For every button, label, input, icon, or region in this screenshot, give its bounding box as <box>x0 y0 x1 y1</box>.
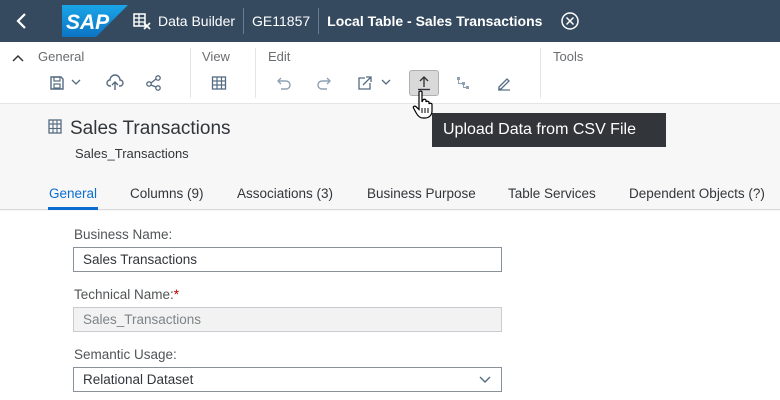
tab-associations[interactable]: Associations (3) <box>237 186 333 201</box>
tab-general[interactable]: General <box>49 186 97 201</box>
table-icon <box>48 119 62 134</box>
tab-columns[interactable]: Columns (9) <box>130 186 204 201</box>
cloud-upload-icon <box>106 74 124 90</box>
chevron-down-icon[interactable] <box>71 79 81 86</box>
data-builder-icon <box>133 13 151 30</box>
chevron-down-icon[interactable] <box>381 79 391 86</box>
redo-icon <box>317 77 331 90</box>
editor-title: Local Table - Sales Transactions <box>327 13 543 29</box>
toolbar: General View Edit Tools <box>0 42 780 104</box>
business-name-label: Business Name: <box>74 227 173 242</box>
tab-table-services[interactable]: Table Services <box>508 186 596 201</box>
semantic-usage-select[interactable]: Relational Dataset <box>73 367 502 392</box>
upload-icon <box>418 76 430 91</box>
undo-icon <box>277 77 291 90</box>
hierarchy-icon <box>457 77 469 89</box>
save-icon <box>50 76 64 90</box>
shell-separator <box>318 8 320 34</box>
technical-name-label: Technical Name:* <box>74 287 180 302</box>
semantic-usage-value: Relational Dataset <box>83 372 194 387</box>
deploy-button[interactable] <box>100 70 130 96</box>
undo-button[interactable] <box>269 70 299 96</box>
toolbar-separator <box>190 48 191 98</box>
toolbar-group-general: General <box>38 49 85 64</box>
chevron-down-icon <box>479 376 491 383</box>
tooltip: Upload Data from CSV File <box>432 113 666 147</box>
page-subtitle: Sales_Transactions <box>75 146 189 161</box>
tab-dependent-objects[interactable]: Dependent Objects (?) <box>629 186 765 201</box>
table-icon <box>211 76 227 90</box>
redo-button[interactable] <box>309 70 339 96</box>
technical-name-field: Sales_Transactions <box>73 307 502 332</box>
toolbar-separator <box>540 48 541 98</box>
export-button[interactable] <box>350 70 380 96</box>
shell-separator <box>243 8 245 34</box>
export-icon <box>358 76 372 90</box>
close-icon[interactable] <box>560 11 580 31</box>
back-button[interactable] <box>0 0 44 42</box>
save-button[interactable] <box>42 70 72 96</box>
business-name-field[interactable]: Sales Transactions <box>73 247 502 272</box>
space-name[interactable]: GE11857 <box>252 13 310 29</box>
semantic-usage-label: Semantic Usage: <box>74 347 177 362</box>
share-icon <box>146 75 161 91</box>
pencil-icon <box>498 78 510 91</box>
share-button[interactable] <box>139 70 169 96</box>
hand-cursor-icon <box>412 90 433 119</box>
toolbar-group-view: View <box>202 49 230 64</box>
page-title: Sales Transactions <box>70 118 231 139</box>
shell-bar: SAP Data Builder GE11857 Local Table - S… <box>0 0 780 42</box>
tab-business-purpose[interactable]: Business Purpose <box>367 186 476 201</box>
edit-button[interactable] <box>489 70 519 96</box>
impact-lineage-button[interactable] <box>448 70 478 96</box>
tab-bar: General Columns (9) Associations (3) Bus… <box>0 184 780 210</box>
table-view-button[interactable] <box>204 70 234 96</box>
required-marker: * <box>173 287 180 302</box>
app-name[interactable]: Data Builder <box>158 13 235 29</box>
toolbar-group-edit: Edit <box>268 49 291 64</box>
toolbar-group-tools: Tools <box>553 49 584 64</box>
sap-logo[interactable]: SAP <box>62 5 128 37</box>
toolbar-separator <box>255 48 256 98</box>
back-arrow-icon <box>16 13 26 29</box>
selected-tab-indicator <box>48 207 98 210</box>
general-form: Business Name: Sales Transactions Techni… <box>0 211 780 400</box>
svg-text:SAP: SAP <box>66 11 110 34</box>
collapse-toolbar-icon[interactable] <box>12 53 24 63</box>
